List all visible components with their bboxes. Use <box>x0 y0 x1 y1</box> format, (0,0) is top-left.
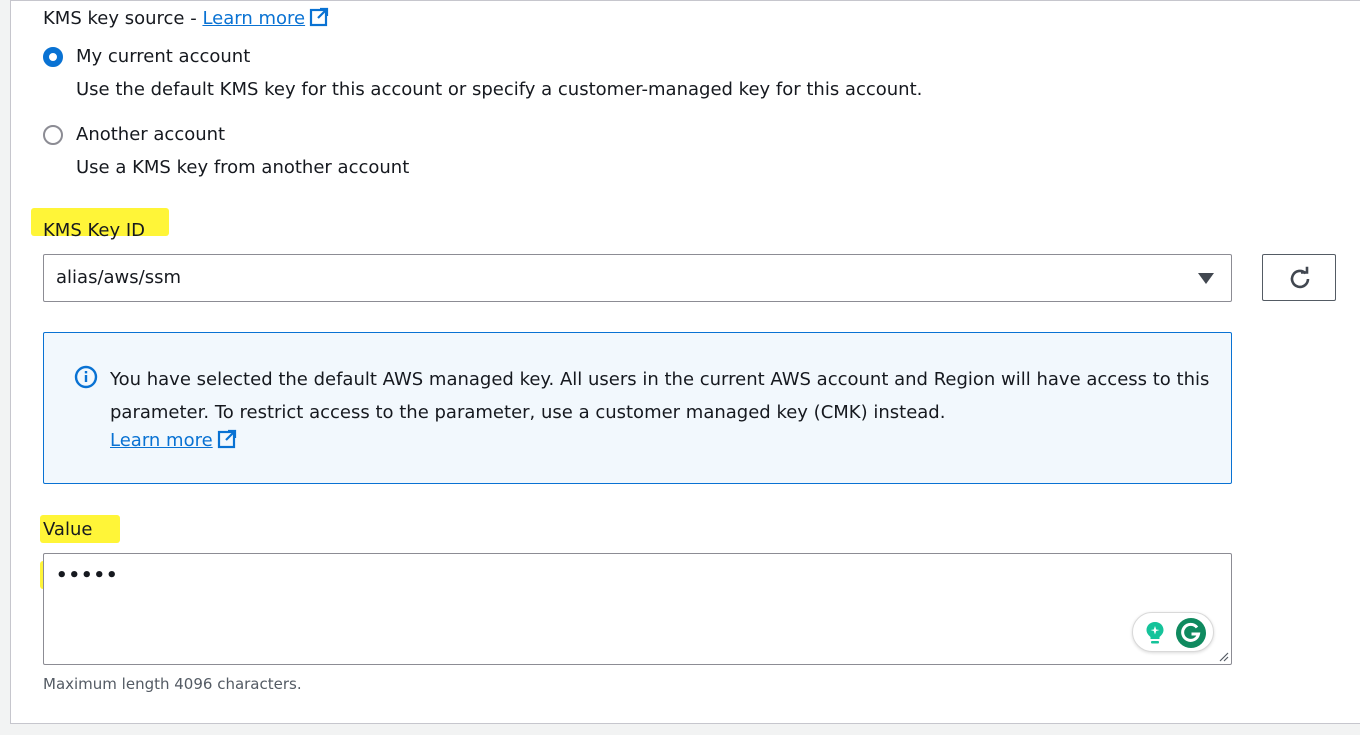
refresh-icon <box>1290 266 1310 289</box>
alert-learn-more-link[interactable]: Learn more <box>110 429 237 453</box>
kms-key-source-label: KMS key source - Learn more <box>43 7 329 30</box>
grammarly-icon[interactable] <box>1175 617 1207 649</box>
learn-more-text: Learn more <box>110 430 213 451</box>
value-textarea[interactable]: ••••• <box>43 553 1232 665</box>
lightbulb-icon[interactable] <box>1143 620 1167 646</box>
kms-key-id-label: KMS Key ID <box>43 220 146 241</box>
resize-handle-icon[interactable] <box>1217 650 1229 662</box>
parameter-panel: KMS key source - Learn more My current a… <box>10 0 1360 724</box>
value-masked-text: ••••• <box>56 565 119 586</box>
value-hint-text: Maximum length 4096 characters. <box>43 675 302 693</box>
radio-button-checked[interactable] <box>43 47 63 67</box>
external-link-icon <box>217 429 236 449</box>
radio-description-another-account: Use a KMS key from another account <box>76 157 410 178</box>
kms-key-id-value: alias/aws/ssm <box>56 267 181 288</box>
radio-another-account[interactable]: Another account Use a KMS key from anoth… <box>43 123 543 183</box>
radio-my-current-account[interactable]: My current account Use the default KMS k… <box>43 45 1003 105</box>
value-label: Value <box>43 519 93 540</box>
radio-label-current-account: My current account <box>76 46 251 67</box>
radio-label-another-account: Another account <box>76 124 226 145</box>
caret-down-icon <box>1198 273 1214 284</box>
refresh-button[interactable] <box>1262 254 1336 301</box>
kms-key-id-select[interactable]: alias/aws/ssm <box>43 254 1232 302</box>
alert-message: You have selected the default AWS manage… <box>110 369 1210 423</box>
radio-button-unchecked[interactable] <box>43 125 63 145</box>
external-link-icon <box>309 7 329 27</box>
info-alert: You have selected the default AWS manage… <box>43 332 1232 484</box>
kms-source-learn-more-link[interactable]: Learn more <box>202 7 329 29</box>
radio-description-current-account: Use the default KMS key for this account… <box>76 79 923 100</box>
kms-key-source-text: KMS key source - <box>43 8 203 29</box>
grammarly-widget[interactable] <box>1132 612 1214 652</box>
info-icon <box>74 365 98 389</box>
learn-more-text: Learn more <box>202 8 306 29</box>
